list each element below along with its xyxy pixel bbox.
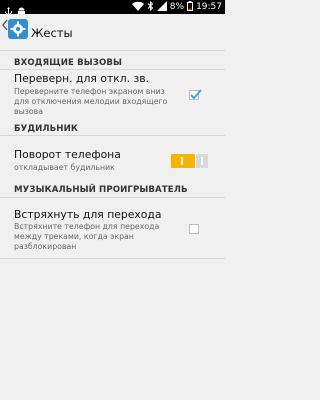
section-divider <box>0 197 225 198</box>
battery-percent: 8% <box>169 2 185 12</box>
flip-to-mute-title[interactable]: Переверн. для откл. зв. <box>14 72 149 85</box>
flip-to-mute-checkbox[interactable] <box>189 89 202 100</box>
shake-to-skip-summary: Встряхните телефон для перехода между тр… <box>14 222 160 251</box>
bluetooth-icon <box>147 0 154 14</box>
section-header-music-player: МУЗЫКАЛЬНЫЙ ПРОИГРЫВАТЕЛЬ <box>14 185 188 195</box>
switch-on-track <box>171 154 195 168</box>
gear-icon[interactable] <box>8 19 28 39</box>
checkmark-icon <box>190 89 202 100</box>
turn-phone-switch[interactable] <box>171 154 208 168</box>
section-header-alarm: БУДИЛЬНИК <box>14 124 79 134</box>
shake-to-skip-checkbox[interactable] <box>189 224 199 234</box>
page-title: Жесты <box>31 26 73 40</box>
switch-off-track <box>195 154 208 168</box>
wifi-icon <box>131 1 144 14</box>
list-end-divider <box>0 258 225 259</box>
signal-icon <box>156 0 167 14</box>
header-divider <box>0 50 225 51</box>
section-divider <box>0 135 225 136</box>
section-header-incoming-calls: ВХОДЯЩИЕ ВЫЗОВЫ <box>14 58 123 68</box>
flip-to-mute-summary: Переверните телефон экраном вниз для отк… <box>14 87 168 116</box>
section-divider <box>0 69 225 70</box>
shake-to-skip-title[interactable]: Встряхнуть для перехода <box>14 208 161 221</box>
status-bar: 8% 19:57 <box>0 0 225 17</box>
clock: 19:57 <box>196 2 222 12</box>
battery-icon <box>187 0 194 14</box>
turn-phone-title[interactable]: Поворот телефона <box>14 148 121 161</box>
turn-phone-summary: откладывает будильник <box>14 163 115 172</box>
